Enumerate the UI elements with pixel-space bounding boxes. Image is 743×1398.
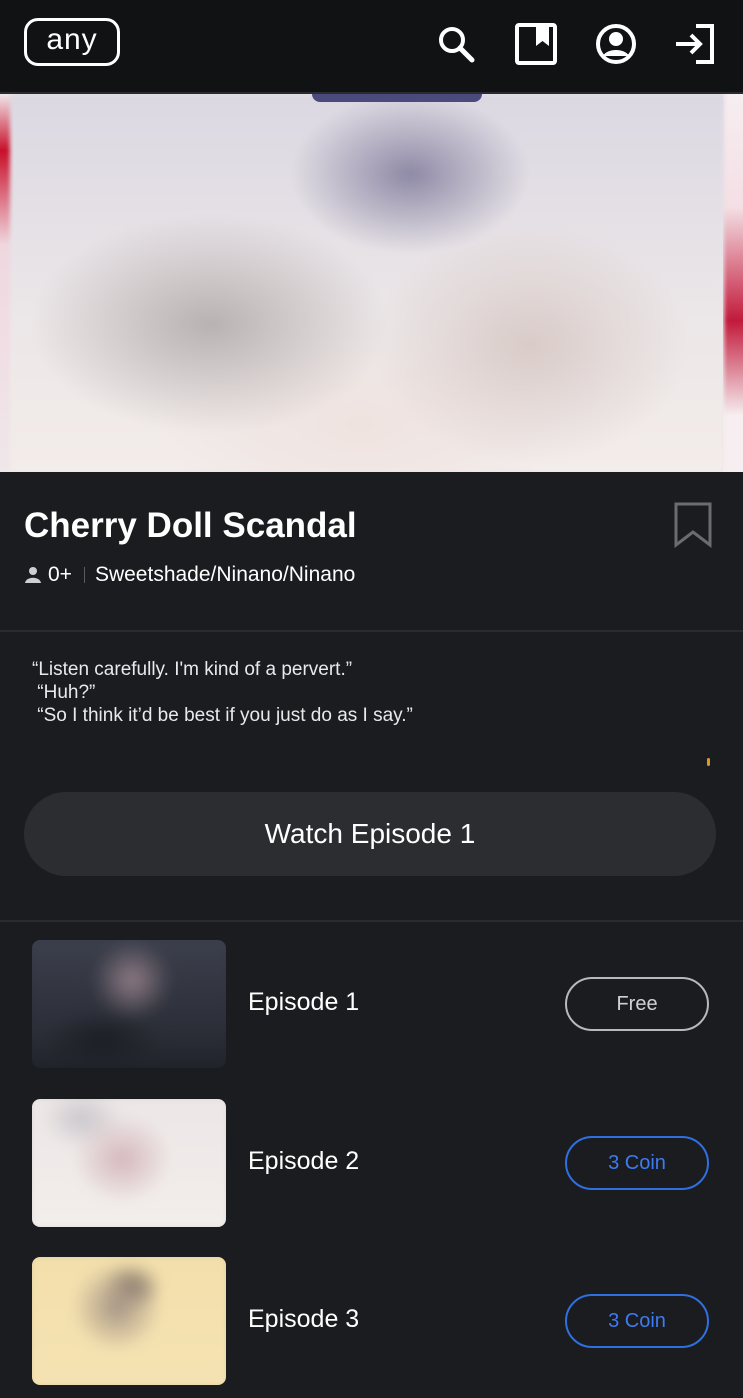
episode-price-button[interactable]: 3 Coin [565,1136,709,1190]
description-line: “Huh?” [32,682,96,703]
cover-edge-right [723,94,743,472]
description-line: “Listen carefully. I'm kind of a pervert… [32,659,353,680]
cover-artwork [10,94,724,472]
meta-separator [83,567,85,583]
library-icon[interactable] [514,22,558,66]
login-icon[interactable] [672,22,716,66]
bookmark-icon[interactable] [673,502,713,549]
episode-row[interactable]: Episode 1 Free [0,940,743,1070]
series-description: “Listen carefully. I'm kind of a pervert… [32,658,692,727]
episode-title: Episode 1 [248,988,360,1016]
episode-row[interactable]: Episode 3 3 Coin [0,1257,743,1387]
age-rating: 0+ [48,563,72,586]
episode-price-button[interactable]: Free [565,977,709,1031]
top-navigation-bar: any [0,0,743,94]
authors: Sweetshade/Ninano/Ninano [94,563,356,586]
episode-thumbnail [32,940,226,1068]
person-icon [25,567,41,583]
cover-top-detail [312,94,482,102]
episode-thumbnail [32,1257,226,1385]
any-logo[interactable]: any [24,18,120,66]
description-line: “So I think it’d be best if you just do … [32,705,413,726]
account-icon[interactable] [594,22,638,66]
scroll-indicator [707,758,710,766]
episode-thumbnail [32,1099,226,1227]
episode-title: Episode 3 [248,1305,360,1333]
episode-row[interactable]: Episode 2 3 Coin [0,1099,743,1229]
cover-image [0,94,743,472]
episode-title: Episode 2 [248,1147,360,1175]
section-divider [0,630,743,632]
series-meta: 0+ Sweetshade/Ninano/Ninano [24,562,355,588]
watch-episode-button[interactable]: Watch Episode 1 [24,792,716,876]
episode-price-button[interactable]: 3 Coin [565,1294,709,1348]
series-title: Cherry Doll Scandal [24,506,357,545]
search-icon[interactable] [434,22,478,66]
section-divider [0,920,743,922]
